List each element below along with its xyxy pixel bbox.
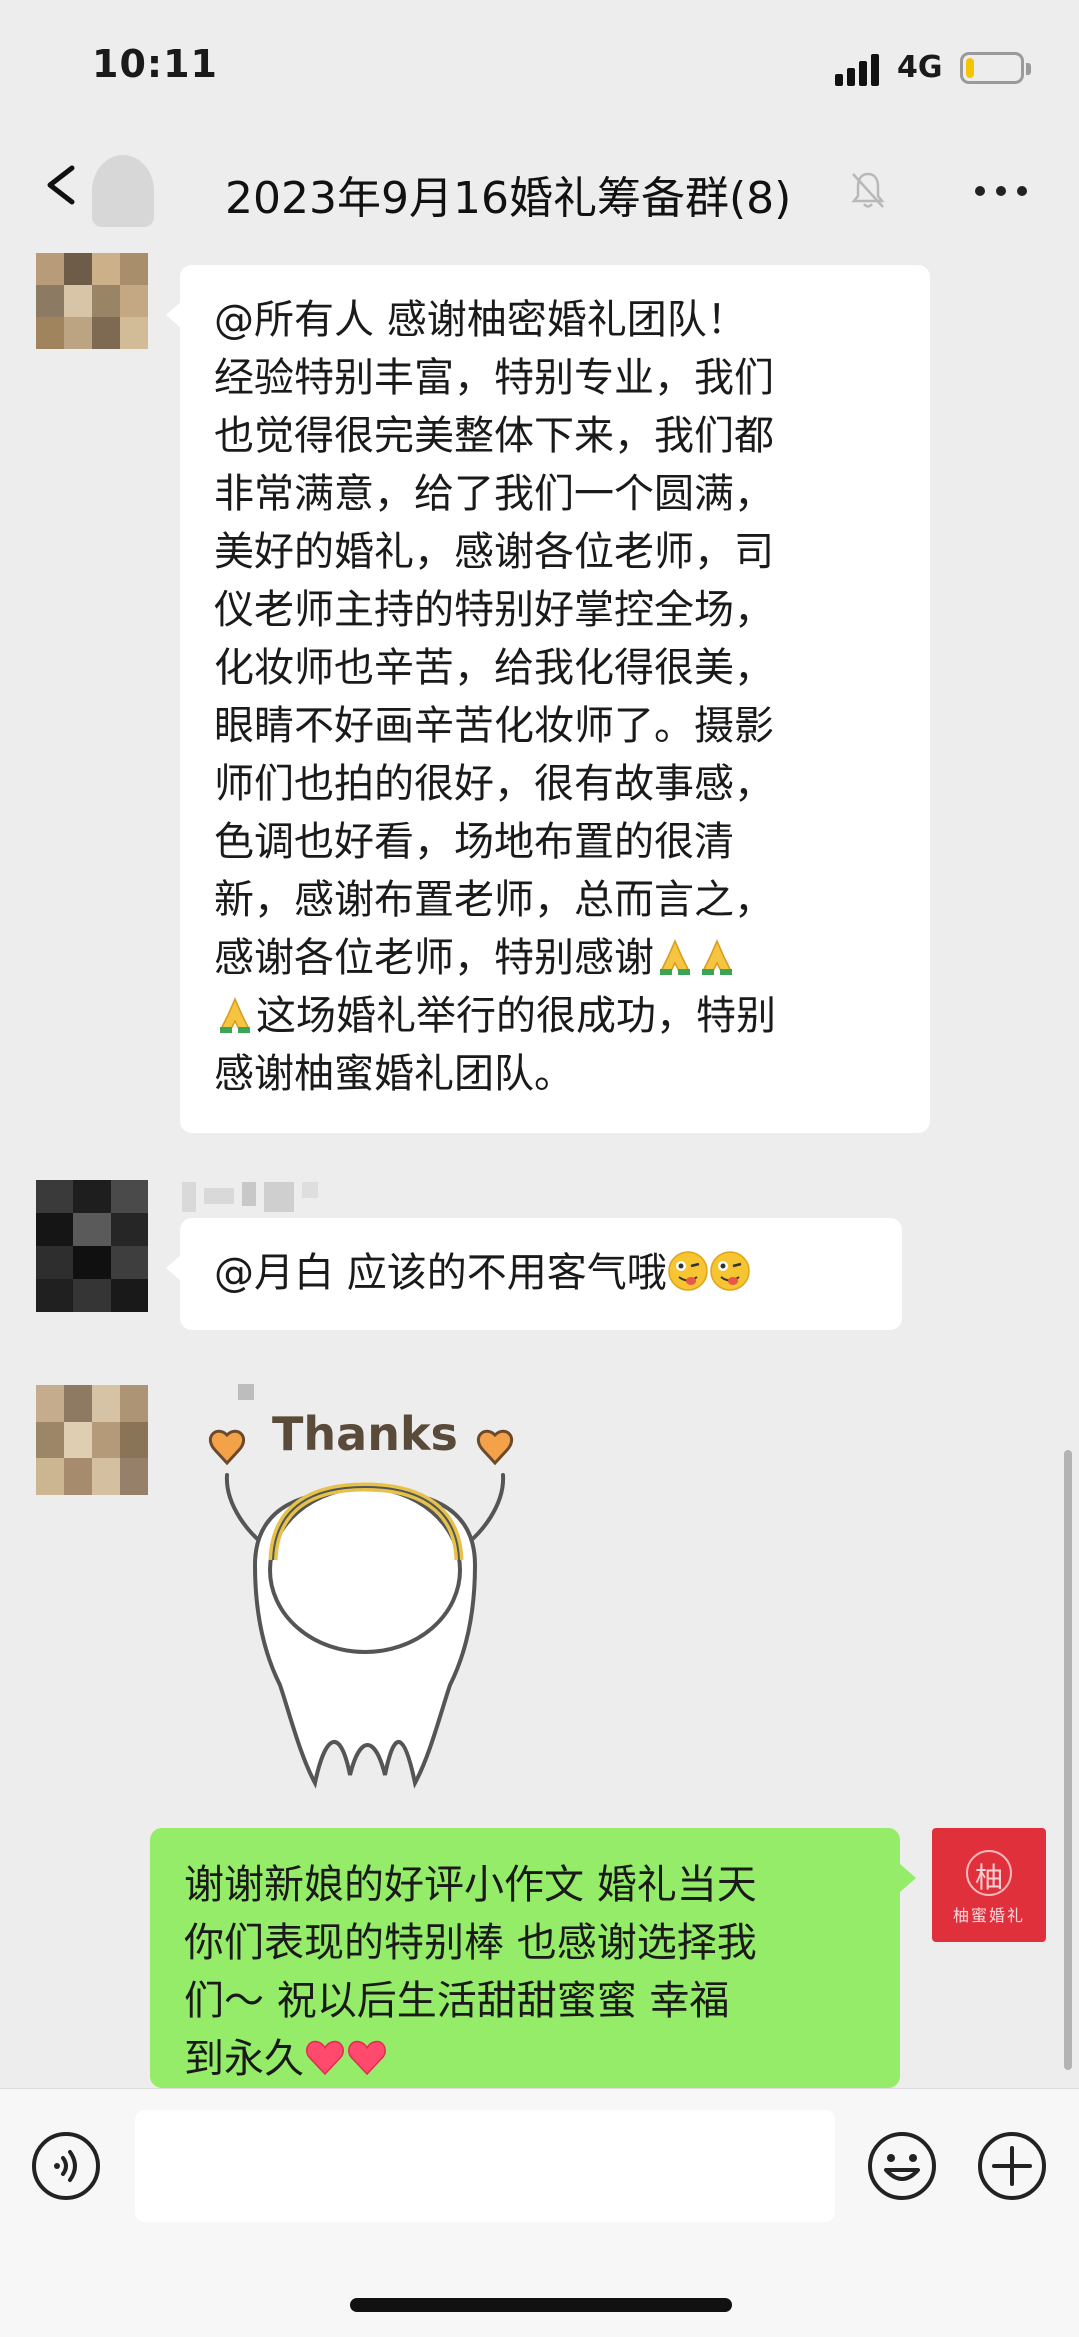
heart-emoji	[348, 2040, 386, 2076]
message-line: 师们也拍的很好，很有故事感，	[214, 761, 774, 807]
home-indicator[interactable]	[350, 2298, 732, 2312]
message-text: 到永久	[184, 2036, 304, 2082]
message-line: 非常满意，给了我们一个圆满，	[214, 471, 774, 517]
message-line-with-emoji: @月白 应该的不用客气哦	[214, 1244, 880, 1302]
message-line: 美好的婚礼，感谢各位老师，司	[214, 529, 774, 575]
message-line: 感谢柚蜜婚礼团队。	[214, 1051, 574, 1097]
folded-hands-emoji	[220, 997, 250, 1033]
message-line-with-emoji: 感谢各位老师，特别感谢	[214, 929, 908, 987]
message-line: 也觉得很完美整体下来，我们都	[214, 413, 774, 459]
more-icon[interactable]	[975, 183, 1029, 199]
emoji-icon[interactable]	[866, 2130, 938, 2202]
message-line: @所有人 感谢柚密婚礼团队！	[214, 297, 747, 343]
sticker-text: Thanks	[272, 1407, 458, 1461]
thanks-sticker[interactable]: Thanks	[195, 1395, 535, 1795]
header-avatar	[92, 155, 154, 227]
brand-logo-text: 柚蜜婚礼	[952, 1906, 1025, 1925]
status-bar: 10:11 4G	[0, 0, 1079, 130]
message-line: 眼睛不好画辛苦化妆师了。摄影	[214, 703, 774, 749]
plus-icon[interactable]	[976, 2130, 1048, 2202]
message-line: 谢谢新娘的好评小作文 婚礼当天	[184, 1862, 757, 1908]
network-type: 4G	[897, 50, 943, 85]
message-text: @月白 应该的不用客气哦	[214, 1250, 667, 1296]
sender-avatar[interactable]	[36, 253, 148, 349]
my-avatar[interactable]: 柚 柚蜜婚礼	[932, 1828, 1046, 1942]
message-line-with-emoji: 这场婚礼举行的很成功，特别	[214, 987, 908, 1045]
sender-name-blurred	[182, 1182, 318, 1212]
heart-emoji	[306, 2040, 344, 2076]
message-line: 新，感谢布置老师，总而言之，	[214, 877, 774, 923]
message-line: 你们表现的特别棒 也感谢选择我	[184, 1920, 757, 1966]
brand-logo-char: 柚	[974, 1861, 1003, 1894]
message-line: 仪老师主持的特别好掌控全场，	[214, 587, 774, 633]
message-line: 化妆师也辛苦，给我化得很美，	[214, 645, 774, 691]
message-text: 这场婚礼举行的很成功，特别	[256, 993, 776, 1039]
signal-icon	[835, 52, 885, 86]
mute-bell-icon	[851, 172, 885, 208]
message-line: 们～ 祝以后生活甜甜蜜蜜 幸福	[184, 1978, 730, 2024]
my-message-bubble[interactable]: 谢谢新娘的好评小作文 婚礼当天 你们表现的特别棒 也感谢选择我 们～ 祝以后生活…	[150, 1828, 916, 2088]
folded-hands-emoji	[702, 939, 732, 975]
folded-hands-emoji	[660, 939, 690, 975]
winking-tongue-emoji	[709, 1251, 750, 1291]
voice-icon[interactable]	[30, 2130, 102, 2202]
winking-tongue-emoji	[667, 1251, 708, 1291]
chat-title: 2023年9月16婚礼筹备群(8)	[225, 173, 792, 224]
sender-avatar[interactable]	[36, 1180, 148, 1312]
message-line-with-emoji: 到永久	[184, 2030, 876, 2088]
message-line: 经验特别丰富，特别专业，我们	[214, 355, 774, 401]
battery-icon	[960, 52, 1031, 84]
message-text: 感谢各位老师，特别感谢	[214, 935, 654, 981]
message-bubble[interactable]: @所有人 感谢柚密婚礼团队！ 经验特别丰富，特别专业，我们 也觉得很完美整体下来…	[166, 265, 930, 1133]
message-line: 色调也好看，场地布置的很清	[214, 819, 734, 865]
message-bubble[interactable]: @月白 应该的不用客气哦	[166, 1218, 902, 1330]
message-input[interactable]	[135, 2110, 835, 2222]
back-icon[interactable]	[40, 160, 80, 210]
scrollbar[interactable]	[1064, 1450, 1072, 2070]
sender-avatar[interactable]	[36, 1385, 148, 1495]
status-time: 10:11	[92, 42, 218, 86]
